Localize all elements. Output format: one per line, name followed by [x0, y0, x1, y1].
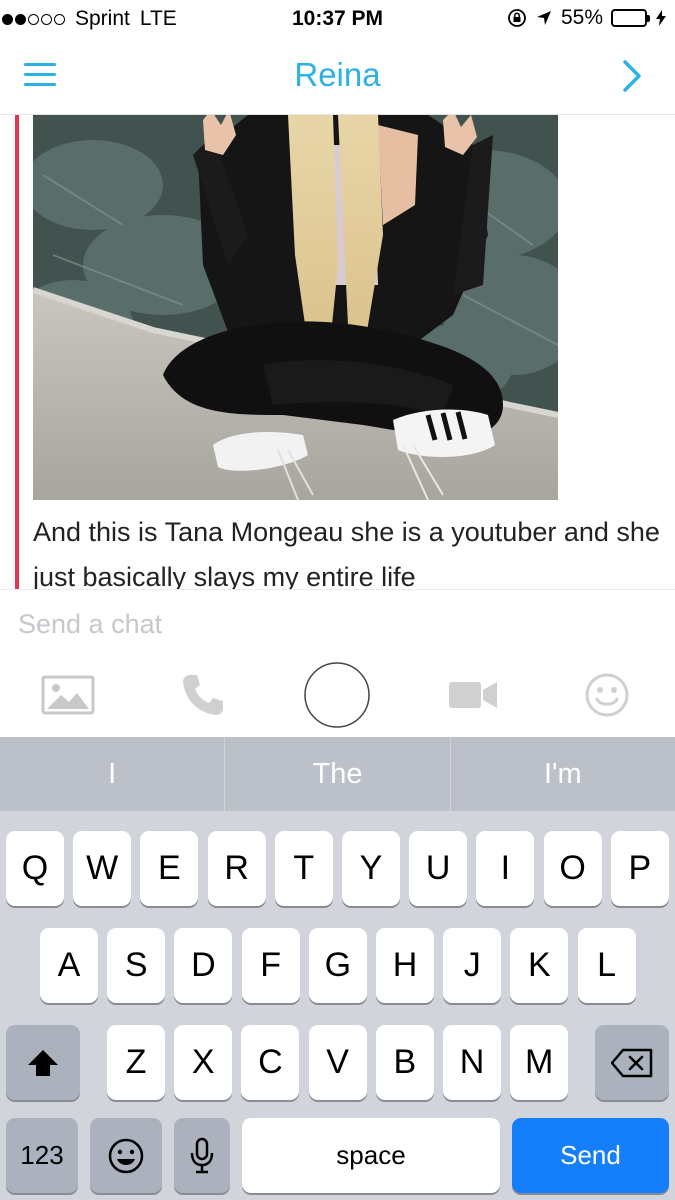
chat-title[interactable]: Reina — [0, 56, 675, 94]
key-q[interactable]: Q — [6, 831, 64, 906]
chat-header: Reina — [0, 38, 675, 115]
image-button[interactable] — [38, 665, 98, 725]
key-m[interactable]: M — [510, 1025, 569, 1100]
image-icon — [41, 675, 95, 715]
shift-arrow-icon — [28, 1049, 58, 1076]
phone-icon — [183, 675, 223, 715]
microphone-icon — [190, 1137, 214, 1173]
status-bar: Sprint LTE 10:37 PM 55% — [0, 0, 675, 38]
backspace-key[interactable] — [595, 1025, 669, 1100]
emoji-button[interactable] — [583, 665, 631, 725]
key-r[interactable]: R — [207, 831, 266, 906]
dictation-key[interactable] — [174, 1118, 230, 1193]
photo-illustration — [33, 115, 558, 500]
key-o[interactable]: O — [543, 831, 602, 906]
space-key[interactable]: space — [242, 1118, 500, 1193]
suggestion-2[interactable]: The — [225, 737, 451, 811]
location-arrow-icon — [536, 11, 551, 25]
chat-message-text: And this is Tana Mongeau she is a youtub… — [33, 517, 660, 589]
key-g[interactable]: G — [308, 928, 367, 1003]
key-u[interactable]: U — [409, 831, 468, 906]
battery-icon — [611, 9, 650, 27]
emoji-face-icon — [108, 1138, 144, 1173]
suggestion-bar: I The I'm — [0, 737, 675, 811]
key-x[interactable]: X — [174, 1025, 233, 1100]
numbers-key[interactable]: 123 — [6, 1118, 78, 1193]
rotation-lock-icon — [508, 9, 526, 27]
shift-key[interactable] — [6, 1025, 80, 1100]
chevron-right-icon[interactable] — [617, 58, 647, 94]
shared-photo[interactable] — [33, 115, 558, 500]
battery-percent: 55% — [560, 6, 603, 29]
key-y[interactable]: Y — [342, 831, 400, 906]
key-w[interactable]: W — [73, 831, 132, 906]
key-c[interactable]: C — [241, 1025, 300, 1100]
chat-tools-row — [0, 657, 675, 737]
capture-button[interactable] — [302, 661, 372, 729]
key-t[interactable]: T — [274, 831, 333, 906]
emoji-icon — [585, 673, 629, 717]
key-h[interactable]: H — [376, 928, 434, 1003]
key-s[interactable]: S — [107, 928, 166, 1003]
sender-accent-bar — [15, 115, 19, 589]
key-b[interactable]: B — [375, 1025, 434, 1100]
call-button[interactable] — [175, 665, 231, 725]
key-v[interactable]: V — [308, 1025, 367, 1100]
chat-input-row — [0, 589, 675, 657]
backspace-icon — [611, 1048, 653, 1077]
key-l[interactable]: L — [577, 928, 636, 1003]
capture-circle-icon — [304, 662, 370, 728]
keyboard: I The I'm QWERTYUIOPASDFGHJKLZXCVBNM 123… — [0, 737, 675, 1200]
send-key[interactable]: Send — [512, 1118, 669, 1193]
charging-bolt-icon — [656, 10, 666, 26]
key-e[interactable]: E — [140, 831, 199, 906]
key-d[interactable]: D — [174, 928, 233, 1003]
key-p[interactable]: P — [610, 831, 669, 906]
video-call-button[interactable] — [446, 665, 500, 725]
key-z[interactable]: Z — [107, 1025, 165, 1100]
suggestion-1[interactable]: I — [0, 737, 226, 811]
video-camera-icon — [449, 682, 497, 708]
key-a[interactable]: A — [40, 928, 98, 1003]
send-chat-input[interactable] — [18, 604, 658, 644]
key-k[interactable]: K — [510, 928, 569, 1003]
key-j[interactable]: J — [443, 928, 502, 1003]
key-f[interactable]: F — [241, 928, 300, 1003]
emoji-keyboard-key[interactable] — [90, 1118, 162, 1193]
chat-messages[interactable]: And this is Tana Mongeau she is a youtub… — [0, 115, 675, 589]
key-n[interactable]: N — [443, 1025, 501, 1100]
key-i[interactable]: I — [476, 831, 535, 906]
suggestion-3[interactable]: I'm — [451, 737, 675, 811]
status-right: 55% — [507, 6, 667, 30]
